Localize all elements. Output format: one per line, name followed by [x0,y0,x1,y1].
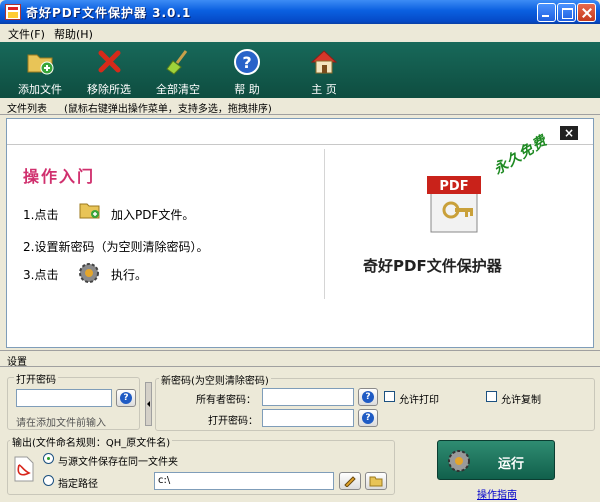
home-button[interactable]: 主 页 [294,46,354,96]
new-open-password-input[interactable] [262,409,354,427]
menu-help[interactable]: 帮助(H) [54,26,93,42]
question-icon: ? [120,392,132,404]
step3-text: 执行。 [111,268,148,282]
remove-selected-button[interactable]: 移除所选 [79,46,139,96]
add-file-button[interactable]: 添加文件 [10,46,70,96]
pencil-icon [344,476,356,487]
allow-copy-checkbox[interactable] [486,391,497,402]
guide-title: 操作入门 [23,167,96,186]
svg-text:?: ? [242,53,251,72]
run-label: 运行 [498,457,525,472]
save-same-folder-label: 与源文件保存在同一文件夹 [58,457,178,468]
add-folder-icon [79,203,100,219]
custom-path-radio[interactable] [43,475,54,486]
toolbar: 添加文件 移除所选 全部清空 ? 帮 助 主 页 [0,42,600,98]
step2-text: 2.设置新密码（为空则清除密码）。 [23,240,209,254]
file-list-area[interactable]: × 操作入门 1.点击 加入PDF文件。 2.设置新密码（为空则清除密码）。 3… [6,118,594,348]
operation-guide-link[interactable]: 操作指南 [477,486,517,501]
output-path-input[interactable]: c:\ [154,472,334,490]
guide-topbar: × [7,119,593,145]
allow-copy-label: 允许复制 [501,395,541,406]
open-password-input[interactable] [16,389,112,407]
edit-path-button[interactable] [339,472,361,490]
clear-all-button[interactable]: 全部清空 [148,46,208,96]
browse-folder-button[interactable] [365,472,387,490]
minimize-button[interactable] [537,3,556,22]
folder-icon [369,476,383,487]
question-icon: ? [362,391,374,403]
new-password-legend: 新密码(为空则清除密码) [159,372,271,387]
file-list-title: 文件列表 [7,104,47,115]
brand-name: 奇好PDF文件保护器 [363,257,502,275]
save-same-folder-radio[interactable] [43,453,54,464]
new-password-group: 新密码(为空则清除密码) 所有者密码： ? 打开密码： ? 允许打印 允许复制 [155,372,595,431]
run-button[interactable]: 运行 [437,440,555,480]
question-icon: ? [362,412,374,424]
output-group: 输出(文件命名规则：QH_原文件名) 与源文件保存在同一文件夹 指定路径 c:\ [7,434,395,495]
home-label: 主 页 [311,83,337,96]
help-button[interactable]: ? 帮 助 [217,46,277,96]
open-password-legend: 打开密码 [14,371,58,386]
open-password-help-button[interactable]: ? [116,389,136,407]
output-legend: 输出(文件命名规则：QH_原文件名) [10,434,173,449]
allow-print-checkbox[interactable] [384,391,395,402]
broom-icon [166,50,188,75]
gear-icon [448,450,470,472]
open-password-group: 打开密码 ? 请在添加文件前输入 [7,371,140,430]
open-password-hint: 请在添加文件前输入 [16,418,106,429]
settings-header: 设置 [0,350,600,368]
step1-text: 加入PDF文件。 [111,208,195,222]
allow-print-label: 允许打印 [399,395,439,406]
maximize-button[interactable] [557,3,576,22]
owner-password-input[interactable] [262,388,354,406]
settings-title: 设置 [7,357,27,368]
help-label: 帮 助 [234,83,260,96]
close-window-button[interactable] [577,3,596,22]
remove-selected-label: 移除所选 [87,83,131,96]
pdf-lock-logo: PDF [427,176,481,233]
close-guide-button[interactable]: × [560,126,578,140]
menu-file[interactable]: 文件(F) [8,26,45,42]
step1-prefix: 1.点击 [23,208,59,222]
owner-password-help-button[interactable]: ? [358,388,378,406]
help-icon: ? [234,49,260,75]
guide-divider [324,149,325,299]
custom-path-label: 指定路径 [58,479,98,490]
window-title: 奇好PDF文件保护器 3.0.1 [26,6,192,20]
title-bar: 奇好PDF文件保护器 3.0.1 [0,0,600,24]
home-icon [310,50,338,74]
new-open-password-label: 打开密码： [208,416,258,427]
gear-icon [79,263,99,283]
red-x-icon [98,50,121,73]
file-list-header: 文件列表 (鼠标右键弹出操作菜单，支持多选，拖拽排序) [0,98,600,115]
clear-all-label: 全部清空 [156,83,200,96]
step3-prefix: 3.点击 [23,268,59,282]
new-open-password-help-button[interactable]: ? [358,409,378,427]
add-file-label: 添加文件 [18,83,62,96]
pdf-badge-text: PDF [439,179,468,194]
pdf-file-icon [14,456,34,482]
file-list-hint: (鼠标右键弹出操作菜单，支持多选，拖拽排序) [64,104,272,115]
panel-splitter[interactable] [145,382,152,426]
add-folder-icon [27,54,54,75]
owner-password-label: 所有者密码： [196,395,256,406]
menu-bar: 文件(F) 帮助(H) [0,24,600,42]
app-icon [5,4,21,20]
